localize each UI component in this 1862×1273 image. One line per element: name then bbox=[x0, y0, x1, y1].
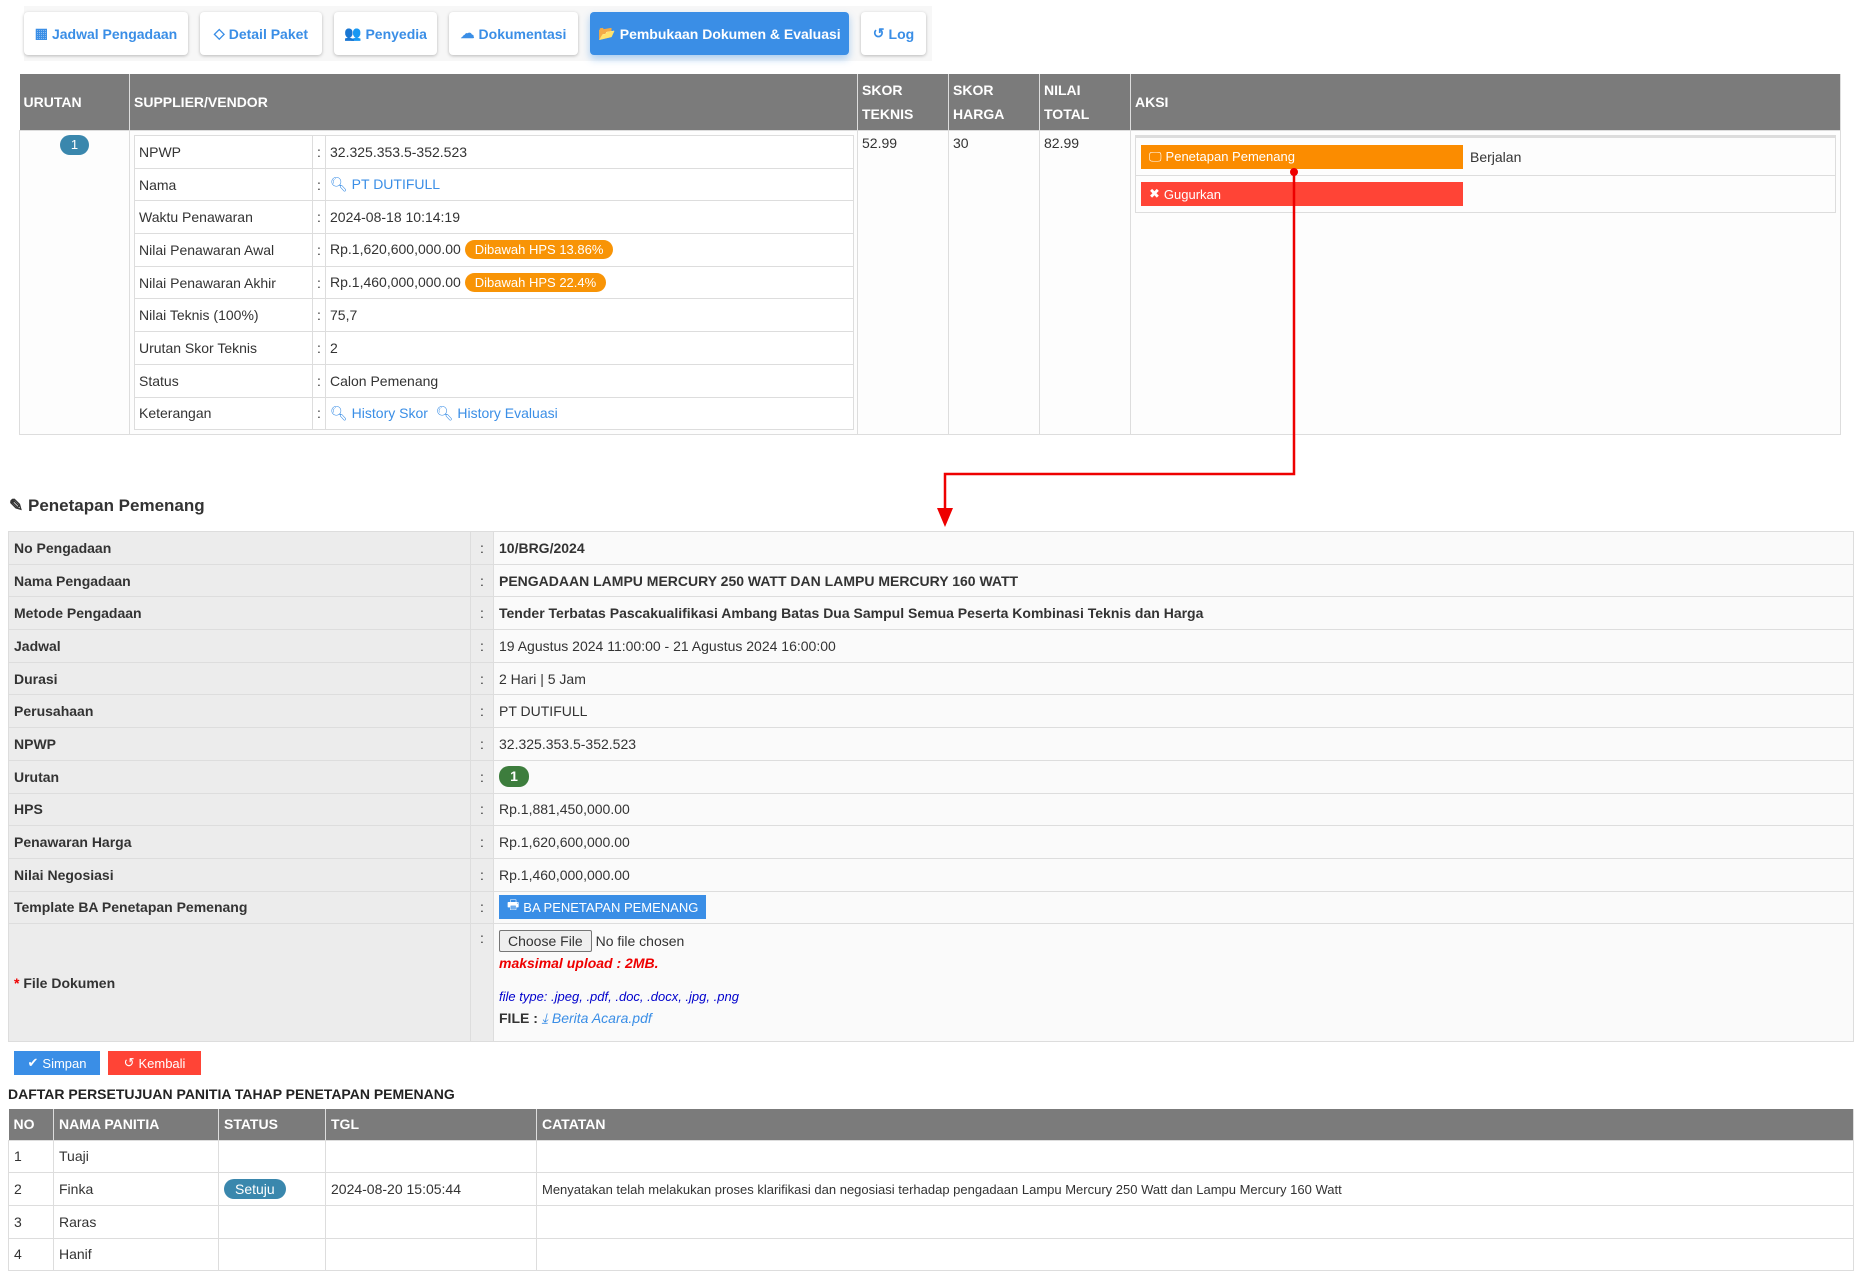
ba-penetapan-pemenang-button[interactable]: 🖶 BA PENETAPAN PEMENANG bbox=[499, 895, 707, 920]
nilai-total: 82.99 bbox=[1039, 129, 1131, 436]
hps-badge: Dibawah HPS 22.4% bbox=[464, 273, 607, 293]
evaluation-table: URUTAN SUPPLIER/VENDOR SKOR TEKNIS SKOR HA… bbox=[19, 74, 1841, 436]
file-status: No file chosen bbox=[595, 933, 685, 950]
section-title: ✎ Penetapan Pemenang bbox=[9, 496, 205, 515]
hps-badge: Dibawah HPS 13.86% bbox=[464, 240, 614, 260]
approval-title: DAFTAR PERSETUJUAN PANITIA TAHAP PENETAP… bbox=[8, 1086, 455, 1102]
skor-teknis: 52.99 bbox=[857, 129, 949, 436]
supplier-name-link[interactable]: 🔍︎ PT DUTIFULL bbox=[330, 176, 440, 192]
file-download-link[interactable]: ⤓ Berita Acara.pdf bbox=[542, 1010, 652, 1026]
undo-icon: ↺ bbox=[123, 1055, 135, 1070]
col-nilai-total: NILAI TOTAL bbox=[1039, 74, 1131, 131]
skor-harga: 30 bbox=[948, 129, 1040, 436]
penetapan-form: No Pengadaan:10/BRG/2024 Nama Pengadaan:… bbox=[8, 531, 1854, 1043]
col-aksi: AKSI bbox=[1130, 74, 1841, 131]
tab-detail-paket[interactable]: ◇ Detail Paket bbox=[200, 12, 322, 55]
table-row: 1 Tuaji bbox=[8, 1139, 1854, 1174]
tab-dokumentasi[interactable]: ☁ Dokumentasi bbox=[449, 12, 578, 55]
check-icon: ✔ bbox=[27, 1055, 39, 1070]
supplier-details: NPWP:32.325.353.5-352.523 Nama: 🔍︎ PT DUT… bbox=[134, 135, 854, 431]
tab-pembukaan-dokumen-evaluasi[interactable]: 📂 Pembukaan Dokumen & Evaluasi bbox=[590, 12, 849, 55]
history-skor-link[interactable]: 🔍︎ History Skor bbox=[330, 405, 428, 421]
diamond-icon: ◇ bbox=[213, 25, 225, 41]
urutan-badge: 1 bbox=[60, 135, 89, 155]
download-icon: ⤓ bbox=[541, 1010, 548, 1027]
gugurkan-button[interactable]: ✖ Gugurkan bbox=[1141, 182, 1463, 206]
history-evaluasi-link[interactable]: 🔍︎ History Evaluasi bbox=[436, 405, 558, 421]
col-skor-teknis: SKOR TEKNIS bbox=[857, 74, 949, 131]
monitor-icon: 🖵 bbox=[1149, 148, 1162, 164]
approval-table: NO NAMA PANITIA STATUS TGL CATATAN 1 Tuaji 2F… bbox=[8, 1109, 1854, 1272]
table-row: 3 Raras bbox=[8, 1204, 1854, 1239]
status-badge: Setuju bbox=[224, 1179, 286, 1200]
close-icon: ✖ bbox=[1149, 186, 1160, 201]
search-icon: 🔍︎ bbox=[330, 176, 348, 193]
search-icon: 🔍︎ bbox=[330, 404, 348, 421]
table-row: 4 Hanif bbox=[8, 1237, 1854, 1272]
max-upload-note: maksimal upload : 2MB. bbox=[499, 955, 659, 972]
print-icon: 🖶 bbox=[507, 897, 520, 913]
col-skor-harga: SKOR HARGA bbox=[948, 74, 1040, 131]
urutan-badge: 1 bbox=[499, 766, 529, 788]
table-row: 2 Finka Setuju 2024-08-20 15:05:44 Menyataka… bbox=[8, 1172, 1854, 1206]
history-icon: ↺ bbox=[872, 25, 885, 41]
kembali-button[interactable]: ↺ Kembali bbox=[108, 1051, 201, 1075]
col-supplier: SUPPLIER/VENDOR bbox=[129, 74, 858, 131]
calendar-icon: ▦ bbox=[34, 25, 48, 41]
actions-box: 🖵 Penetapan Pemenang Berjalan ✖ Gugurkan bbox=[1135, 135, 1836, 213]
folder-open-icon: 📂 bbox=[598, 25, 616, 41]
col-urutan: URUTAN bbox=[19, 74, 130, 131]
choose-file-button[interactable]: Choose File bbox=[499, 930, 592, 953]
file-type-note: file type: .jpeg, .pdf, .doc, .docx, .jp… bbox=[499, 989, 739, 1005]
action-status: Berjalan bbox=[1470, 148, 1522, 165]
edit-icon: ✎ bbox=[9, 496, 24, 515]
tab-penyedia[interactable]: 👥 Penyedia bbox=[334, 12, 437, 55]
simpan-button[interactable]: ✔ Simpan bbox=[14, 1051, 100, 1075]
tab-log[interactable]: ↺ Log bbox=[861, 12, 926, 55]
penetapan-pemenang-button[interactable]: 🖵 Penetapan Pemenang bbox=[1141, 144, 1463, 169]
cloud-upload-icon: ☁ bbox=[460, 25, 475, 41]
search-icon: 🔍︎ bbox=[435, 404, 454, 421]
tab-jadwal-pengadaan[interactable]: ▦ Jadwal Pengadaan bbox=[24, 12, 188, 55]
tab-bar: ▦ Jadwal Pengadaan ◇ Detail Paket 👥 Penyedi… bbox=[24, 6, 932, 61]
npwp-value: 32.325.353.5-352.523 bbox=[325, 135, 854, 169]
users-icon: 👥 bbox=[344, 25, 362, 41]
table-row: 1 NPWP:32.325.353.5-352.523 Nama: 🔍︎ PT D… bbox=[19, 129, 1841, 436]
